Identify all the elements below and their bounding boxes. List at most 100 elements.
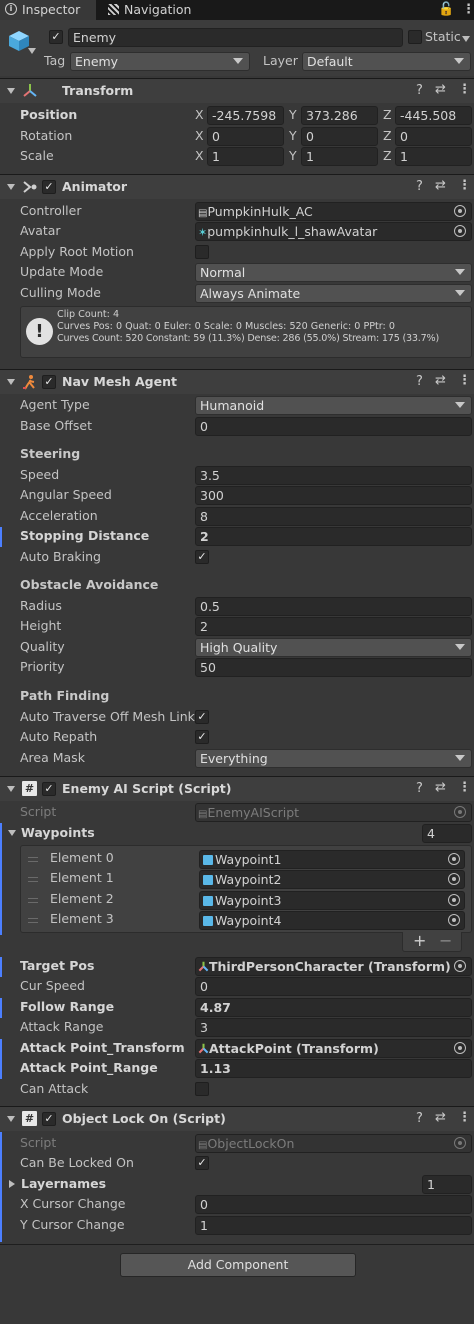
presets-icon[interactable]: ⇄ bbox=[435, 781, 446, 795]
static-dropdown-icon[interactable] bbox=[462, 36, 470, 42]
element-1-field[interactable]: Waypoint2 bbox=[199, 870, 465, 889]
remove-element-button[interactable]: − bbox=[439, 931, 452, 950]
agent-type-dropdown[interactable]: Humanoid bbox=[195, 396, 472, 415]
tab-navigation[interactable]: Navigation bbox=[106, 0, 206, 20]
icon-dropdown-arrow-icon[interactable] bbox=[28, 48, 36, 54]
position-y-axis[interactable]: Y bbox=[289, 105, 297, 125]
help-icon[interactable]: ? bbox=[416, 375, 423, 389]
layer-dropdown[interactable]: Default bbox=[302, 52, 471, 71]
object-lock-enabled-checkbox[interactable]: ✓ bbox=[42, 1112, 56, 1126]
component-menu-icon[interactable]: ⋮ bbox=[458, 83, 471, 97]
static-checkbox[interactable] bbox=[408, 30, 422, 44]
follow-range-field[interactable]: 4.87 bbox=[195, 998, 472, 1017]
can-attack-checkbox[interactable] bbox=[195, 1082, 209, 1096]
layernames-size-field[interactable]: 1 bbox=[422, 1175, 472, 1194]
x-cursor-field[interactable]: 0 bbox=[195, 1195, 472, 1214]
help-icon[interactable]: ? bbox=[416, 84, 423, 98]
speed-field[interactable]: 3.5 bbox=[195, 466, 472, 485]
component-menu-icon[interactable]: ⋮ bbox=[458, 1111, 471, 1125]
component-menu-icon[interactable]: ⋮ bbox=[458, 781, 471, 795]
scale-x-field[interactable]: 1 bbox=[207, 147, 284, 166]
area-mask-dropdown[interactable]: Everything bbox=[195, 749, 472, 768]
object-picker-icon[interactable] bbox=[448, 853, 460, 865]
object-picker-icon[interactable] bbox=[448, 914, 460, 926]
attack-point-range-field[interactable]: 1.13 bbox=[195, 1059, 472, 1078]
rotation-y-axis[interactable]: Y bbox=[289, 126, 297, 146]
presets-icon[interactable]: ⇄ bbox=[435, 179, 446, 193]
rotation-x-axis[interactable]: X bbox=[195, 126, 204, 146]
add-element-button[interactable]: + bbox=[413, 931, 426, 950]
stopping-distance-field[interactable]: 2 bbox=[195, 527, 472, 546]
component-menu-icon[interactable]: ⋮ bbox=[458, 179, 471, 193]
foldout-arrow-icon[interactable] bbox=[7, 786, 15, 792]
object-picker-icon[interactable] bbox=[454, 205, 466, 217]
position-z-field[interactable]: -445.508 bbox=[395, 106, 472, 125]
rotation-z-field[interactable]: 0 bbox=[395, 127, 472, 146]
presets-icon[interactable]: ⇄ bbox=[435, 83, 446, 97]
tag-dropdown[interactable]: Enemy bbox=[70, 52, 250, 71]
animator-header[interactable]: ✓ Animator ? ⇄ ⋮ bbox=[0, 174, 474, 199]
component-menu-icon[interactable]: ⋮ bbox=[458, 374, 471, 388]
drag-handle-icon[interactable] bbox=[28, 898, 38, 903]
auto-repath-checkbox[interactable]: ✓ bbox=[195, 730, 209, 744]
drag-handle-icon[interactable] bbox=[28, 877, 38, 882]
apply-root-motion-checkbox[interactable] bbox=[195, 245, 209, 259]
navmesh-enabled-checkbox[interactable]: ✓ bbox=[42, 375, 56, 389]
drag-handle-icon[interactable] bbox=[28, 918, 38, 923]
scale-y-field[interactable]: 1 bbox=[301, 147, 378, 166]
layernames-foldout-icon[interactable] bbox=[9, 1180, 15, 1188]
waypoints-size-field[interactable]: 4 bbox=[422, 824, 472, 843]
position-x-field[interactable]: -245.7598 bbox=[207, 106, 284, 125]
can-be-locked-checkbox[interactable]: ✓ bbox=[195, 1156, 209, 1170]
scale-z-axis[interactable]: Z bbox=[383, 146, 392, 166]
scale-z-field[interactable]: 1 bbox=[395, 147, 472, 166]
navmesh-agent-header[interactable]: ✓ Nav Mesh Agent ? ⇄ ⋮ bbox=[0, 369, 474, 394]
cur-speed-field[interactable]: 0 bbox=[195, 977, 472, 996]
auto-traverse-checkbox[interactable]: ✓ bbox=[195, 710, 209, 724]
enemy-ai-script-header[interactable]: # ✓ Enemy AI Script (Script) ? ⇄ ⋮ bbox=[0, 776, 474, 801]
culling-mode-dropdown[interactable]: Always Animate bbox=[195, 284, 472, 303]
element-2-field[interactable]: Waypoint3 bbox=[199, 891, 465, 910]
presets-icon[interactable]: ⇄ bbox=[435, 374, 446, 388]
object-picker-icon[interactable] bbox=[448, 894, 460, 906]
y-cursor-field[interactable]: 1 bbox=[195, 1216, 472, 1235]
object-lock-on-header[interactable]: # ✓ Object Lock On (Script) ? ⇄ ⋮ bbox=[0, 1106, 474, 1131]
attack-range-field[interactable]: 3 bbox=[195, 1018, 472, 1037]
foldout-arrow-icon[interactable] bbox=[7, 184, 15, 190]
base-offset-field[interactable]: 0 bbox=[195, 417, 472, 436]
transform-header[interactable]: Transform ? ⇄ ⋮ bbox=[0, 78, 474, 103]
add-component-button[interactable]: Add Component bbox=[120, 1253, 356, 1277]
enemy-ai-enabled-checkbox[interactable]: ✓ bbox=[42, 782, 56, 796]
quality-dropdown[interactable]: High Quality bbox=[195, 638, 472, 657]
object-picker-icon[interactable] bbox=[448, 873, 460, 885]
lock-icon[interactable]: 🔓 bbox=[438, 3, 454, 17]
position-x-axis[interactable]: X bbox=[195, 105, 204, 125]
tab-inspector[interactable]: i Inspector bbox=[0, 0, 96, 20]
rotation-y-field[interactable]: 0 bbox=[301, 127, 378, 146]
target-pos-field[interactable]: ThirdPersonCharacter (Transform) bbox=[195, 957, 472, 976]
priority-field[interactable]: 50 bbox=[195, 658, 472, 677]
auto-braking-checkbox[interactable]: ✓ bbox=[195, 550, 209, 564]
rotation-x-field[interactable]: 0 bbox=[207, 127, 284, 146]
kebab-menu-icon[interactable]: ⋮ bbox=[462, 3, 474, 17]
help-icon[interactable]: ? bbox=[416, 1112, 423, 1126]
foldout-arrow-icon[interactable] bbox=[7, 88, 15, 94]
object-picker-icon[interactable] bbox=[454, 960, 466, 972]
height-field[interactable]: 2 bbox=[195, 617, 472, 636]
gameobject-cube-icon[interactable] bbox=[8, 30, 30, 52]
rotation-z-axis[interactable]: Z bbox=[383, 126, 392, 146]
scale-y-axis[interactable]: Y bbox=[289, 146, 297, 166]
object-picker-icon[interactable] bbox=[454, 1042, 466, 1054]
drag-handle-icon[interactable] bbox=[28, 857, 38, 862]
animator-enabled-checkbox[interactable]: ✓ bbox=[42, 180, 56, 194]
radius-field[interactable]: 0.5 bbox=[195, 597, 472, 616]
element-3-field[interactable]: Waypoint4 bbox=[199, 911, 465, 930]
gameobject-name-input[interactable]: Enemy bbox=[68, 28, 403, 47]
update-mode-dropdown[interactable]: Normal bbox=[195, 263, 472, 282]
help-icon[interactable]: ? bbox=[416, 782, 423, 796]
scale-x-axis[interactable]: X bbox=[195, 146, 204, 166]
avatar-field[interactable]: ✶pumpkinhulk_l_shawAvatar bbox=[195, 222, 472, 241]
active-checkbox[interactable]: ✓ bbox=[49, 30, 63, 44]
waypoints-foldout-icon[interactable] bbox=[8, 830, 16, 836]
position-y-field[interactable]: 373.286 bbox=[301, 106, 378, 125]
